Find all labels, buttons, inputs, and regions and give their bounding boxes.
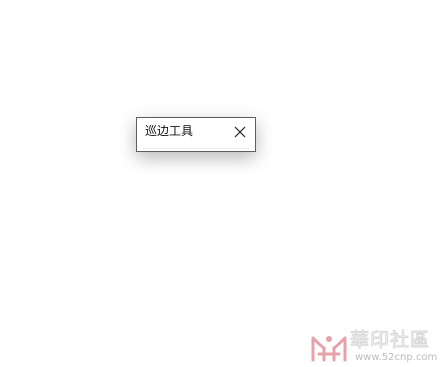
watermark: 華印社區 www.52cnp.com (309, 329, 441, 367)
watermark-logo-icon (311, 336, 347, 362)
dialog-titlebar: 巡边工具 (137, 118, 255, 146)
watermark-title: 華印社區 (349, 329, 431, 352)
close-icon (234, 126, 246, 138)
close-button[interactable] (231, 123, 249, 141)
dialog-title: 巡边工具 (145, 124, 194, 138)
watermark-url: www.52cnp.com (355, 352, 438, 363)
patrol-tool-dialog: 巡边工具 (136, 117, 256, 152)
dialog-divider (143, 148, 249, 149)
